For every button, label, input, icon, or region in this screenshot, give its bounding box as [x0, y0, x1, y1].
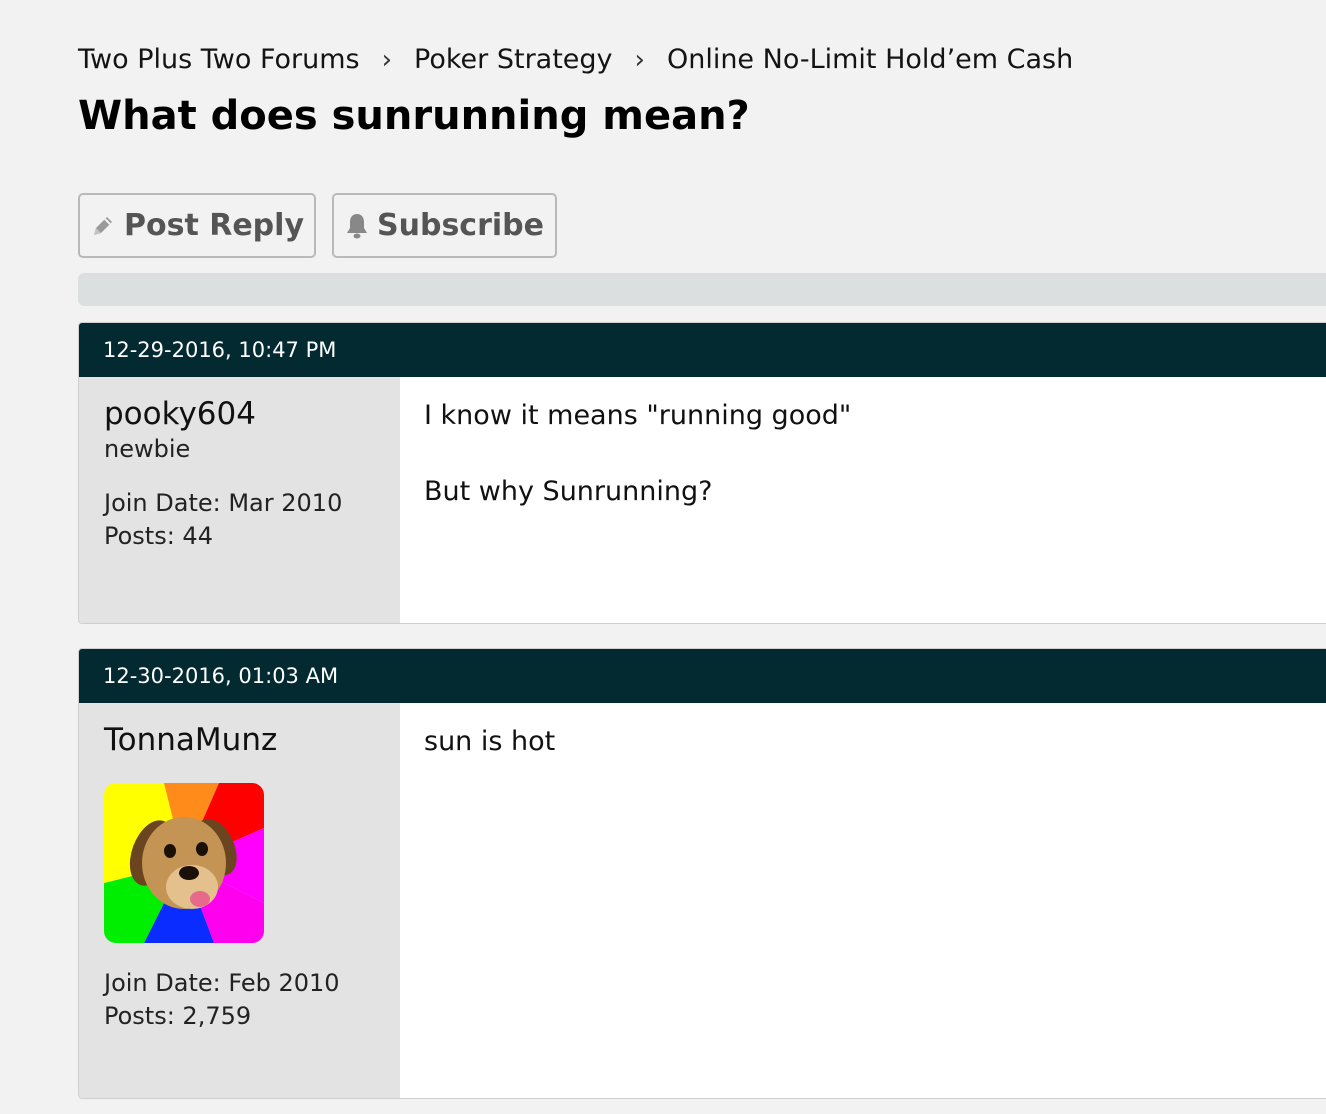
join-date: Join Date: Mar 2010	[104, 489, 343, 517]
thread-toolbar-bar	[78, 273, 1326, 306]
user-meta: Join Date: Mar 2010 Posts: 44	[104, 487, 400, 553]
post-header: 12-29-2016, 10:47 PM	[79, 323, 1326, 377]
post-count: Posts: 2,759	[104, 1002, 252, 1030]
post-date: 12-29-2016, 10:47 PM	[103, 338, 337, 362]
username-link[interactable]: pooky604	[104, 395, 400, 433]
user-title: newbie	[104, 435, 191, 463]
breadcrumb-separator: ›	[381, 44, 393, 75]
page-title: What does sunrunning mean?	[78, 93, 750, 139]
user-info: pooky604 newbie Join Date: Mar 2010 Post…	[79, 377, 400, 623]
post-content: I know it means "running good" But why S…	[400, 377, 1326, 623]
post-text-line: But why Sunrunning?	[424, 476, 713, 507]
breadcrumb-link-forums[interactable]: Two Plus Two Forums	[78, 44, 360, 75]
avatar[interactable]	[104, 783, 264, 943]
user-meta: Join Date: Feb 2010 Posts: 2,759	[104, 967, 340, 1033]
user-info: TonnaMunz Join Date: Feb 2010 Posts: 2,7…	[79, 703, 400, 1098]
breadcrumb: Two Plus Two Forums › Poker Strategy › O…	[78, 44, 1073, 75]
post: 12-30-2016, 01:03 AM TonnaMunz Join Date…	[78, 648, 1326, 1099]
breadcrumb-link-poker-strategy[interactable]: Poker Strategy	[414, 44, 613, 75]
post-header: 12-30-2016, 01:03 AM	[79, 649, 1326, 703]
post-reply-label: Post Reply	[124, 208, 304, 243]
username-link[interactable]: TonnaMunz	[104, 721, 400, 759]
post-text-line: I know it means "running good"	[424, 400, 852, 431]
subscribe-button[interactable]: Subscribe	[332, 193, 557, 258]
post: 12-29-2016, 10:47 PM pooky604 newbie Joi…	[78, 322, 1326, 624]
breadcrumb-separator: ›	[634, 44, 645, 75]
subscribe-label: Subscribe	[377, 208, 544, 243]
post-content: sun is hot	[400, 703, 1326, 1098]
join-date: Join Date: Feb 2010	[104, 969, 340, 997]
pencil-icon	[90, 213, 116, 239]
breadcrumb-link-nlhe-cash[interactable]: Online No-Limit Hold’em Cash	[667, 44, 1073, 75]
dog-avatar-icon	[104, 783, 264, 943]
post-text-line: sun is hot	[424, 726, 556, 757]
post-date: 12-30-2016, 01:03 AM	[103, 664, 339, 688]
bell-icon	[345, 212, 369, 240]
post-count: Posts: 44	[104, 522, 213, 550]
post-reply-button[interactable]: Post Reply	[78, 193, 316, 258]
forum-thread-page: Two Plus Two Forums › Poker Strategy › O…	[0, 0, 1326, 1114]
